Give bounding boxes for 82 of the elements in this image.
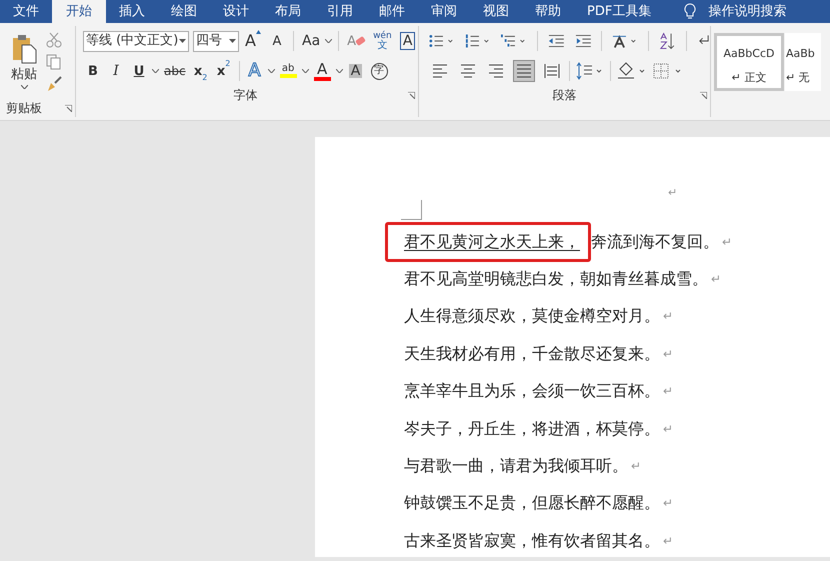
ribbon-tab[interactable]: 帮助 (522, 0, 574, 23)
paragraph-mark: ↵ (668, 185, 678, 201)
group-label: 字体 (232, 87, 258, 104)
change-case-button[interactable]: Aa (300, 30, 322, 52)
text-direction-icon[interactable] (612, 33, 638, 49)
caret-icon (325, 39, 332, 43)
dialog-launcher-icon[interactable] (700, 92, 707, 98)
ribbon-tab[interactable]: 插入 (106, 0, 158, 23)
phonetic-guide-button[interactable]: wén 文 (371, 30, 394, 52)
paragraph-mark: ↵ (663, 383, 674, 400)
poem-line: 古来圣贤皆寂寞，惟有饮者留其名。 (404, 530, 660, 552)
ribbon-tab[interactable]: 绘图 (158, 0, 210, 23)
ribbon-tab[interactable]: 邮件 (366, 0, 418, 23)
scissors-icon[interactable] (46, 32, 62, 48)
line-spacing-icon[interactable] (576, 62, 604, 80)
poem-line: 烹羊宰牛且为乐，会须一饮三百杯。 (404, 380, 660, 402)
paragraph-mark: ↵ (663, 420, 674, 438)
group-label: 段落 (552, 87, 578, 104)
style-gallery-item[interactable]: AaBb ↵ 无 (785, 33, 821, 91)
poem-line: 钟鼓馔玉不足贵，但愿长醉不愿醒。 (404, 492, 660, 514)
dialog-launcher-icon[interactable] (65, 104, 72, 112)
shrink-font-button[interactable]: A (267, 30, 287, 52)
character-shading-button[interactable]: A (346, 60, 366, 82)
paragraph-mark: ↵ (631, 458, 642, 476)
underline-button[interactable]: U (129, 60, 149, 82)
crop-mark (401, 200, 422, 220)
paragraph-mark: ↵ (663, 308, 674, 326)
numbered-list-icon[interactable] (465, 33, 492, 49)
ribbon-tab[interactable]: 引用 (314, 0, 366, 23)
ribbon-tab[interactable]: PDF工具集 (574, 0, 664, 23)
group-label: 剪贴板 (6, 100, 43, 117)
bullet-list-icon[interactable] (429, 33, 456, 49)
paragraph-mark: ↵ (663, 346, 674, 363)
font-color-button[interactable]: A (312, 60, 333, 82)
up-arrow-icon (256, 30, 261, 34)
font-name-dropdown[interactable]: 等线 (中文正文) (83, 30, 189, 52)
copy-icon[interactable] (46, 54, 62, 70)
poem-line: 君不见高堂明镜悲白发，朝如青丝暮成雪。 (404, 268, 708, 290)
caret-icon (302, 69, 309, 73)
paste-button[interactable]: 粘贴 (8, 26, 40, 99)
paragraph-mark: ↵ (663, 532, 674, 550)
ribbon-tab[interactable]: 视图 (470, 0, 522, 23)
ribbon-tab[interactable]: 设计 (210, 0, 262, 23)
paragraph-mark: ↵ (663, 495, 674, 512)
lightbulb-icon (684, 3, 696, 20)
ribbon-tab[interactable]: 文件 (0, 0, 52, 23)
font-size-dropdown[interactable]: 四号 (193, 30, 239, 52)
brush-icon[interactable] (46, 76, 62, 92)
highlighted-text: 君不见黄河之水天上来， (385, 222, 591, 262)
sort-icon[interactable] (659, 32, 676, 50)
highlight-button[interactable]: ab (278, 60, 299, 82)
poem-line: 天生我材必有用，千金散尽还复来。 (404, 342, 660, 365)
caret-icon (229, 39, 236, 43)
poem-line: 奔流到海不复回。 (591, 230, 719, 253)
character-border-button[interactable]: A (398, 30, 418, 52)
decrease-indent-icon[interactable] (548, 34, 565, 48)
paint-bucket-icon[interactable] (617, 62, 647, 80)
multilevel-list-icon[interactable] (501, 33, 528, 49)
caret-icon (336, 69, 343, 73)
dialog-launcher-icon[interactable] (408, 92, 415, 98)
caret-icon (152, 69, 159, 73)
strikethrough-button[interactable]: abc (162, 60, 188, 82)
increase-indent-icon[interactable] (574, 34, 592, 48)
search-box[interactable]: 操作说明搜索 (696, 0, 798, 23)
italic-button[interactable]: I (106, 60, 126, 82)
ribbon-tab[interactable]: 布局 (262, 0, 314, 23)
poem-line: 人生得意须尽欢，莫使金樽空对月。 (404, 305, 660, 328)
justify-button[interactable] (513, 60, 535, 82)
poem-line: 与君歌一曲，请君为我倾耳听。 (404, 455, 628, 478)
poem-line: 岑夫子，丹丘生，将进酒，杯莫停。 (404, 418, 660, 440)
caret-icon (20, 84, 28, 88)
ribbon-tab[interactable]: 审阅 (418, 0, 470, 23)
ribbon-tab[interactable]: 开始 (52, 0, 106, 23)
paragraph-mark: ↵ (711, 271, 722, 288)
borders-icon[interactable] (653, 63, 683, 79)
caret-icon (179, 39, 186, 43)
grow-font-button[interactable]: A (243, 30, 263, 52)
style-gallery-item[interactable]: AaBbCcD ↵ 正文 (714, 33, 784, 91)
clipboard-icon (10, 34, 38, 64)
paragraph-mark: ↵ (722, 234, 732, 251)
bold-button[interactable]: B (83, 60, 103, 82)
caret-icon (268, 69, 275, 73)
